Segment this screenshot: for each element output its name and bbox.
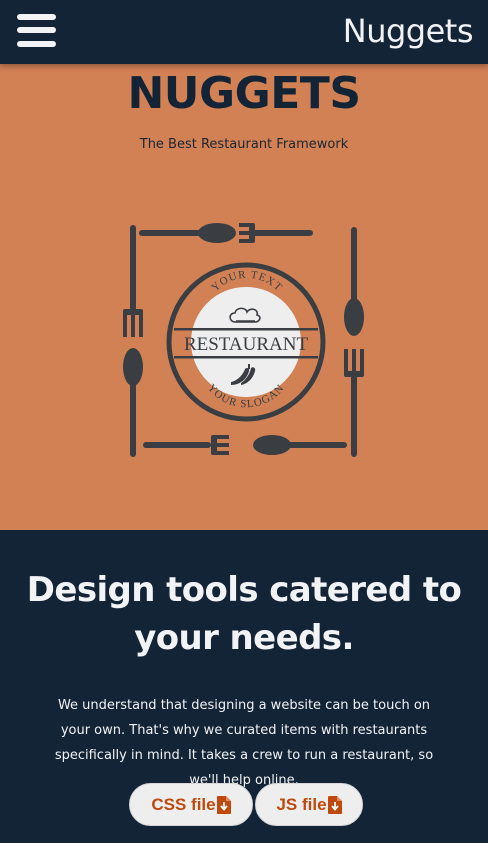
fork-icon (239, 223, 313, 243)
menu-bar-line (17, 41, 56, 47)
hamburger-menu-icon[interactable] (17, 14, 57, 48)
spoon-icon (344, 227, 364, 336)
menu-bar-line (17, 27, 56, 33)
content-heading: Design tools catered to your needs. (26, 570, 462, 658)
fork-icon (344, 349, 364, 457)
js-file-label: JS file (276, 794, 327, 814)
spoon-icon (253, 435, 347, 455)
js-file-button[interactable]: JS file (255, 783, 363, 826)
css-file-button[interactable]: CSS file (129, 783, 253, 826)
spoon-icon (123, 348, 143, 457)
menu-bar-line (17, 14, 56, 20)
hero-section: NUGGETS The Best Restaurant Framework RE… (0, 64, 488, 530)
restaurant-logo: RESTAURANT YOUR TEXT YOUR SLOGAN (123, 223, 364, 457)
content-paragraph: We understand that designing a website c… (54, 698, 434, 788)
logo-name: RESTAURANT (184, 334, 308, 355)
file-download-icon (327, 795, 342, 814)
hero-tagline: The Best Restaurant Framework (139, 137, 349, 152)
hero-title: NUGGETS (127, 68, 361, 119)
fork-icon (123, 225, 143, 337)
spoon-icon (139, 223, 236, 243)
brand-link[interactable]: Nuggets (343, 11, 474, 51)
top-nav-bar: Nuggets (0, 0, 488, 64)
content-section: Design tools catered to your needs. We u… (0, 530, 488, 843)
css-file-label: CSS file (151, 794, 216, 814)
file-download-icon (216, 795, 231, 814)
fork-icon (143, 435, 229, 455)
